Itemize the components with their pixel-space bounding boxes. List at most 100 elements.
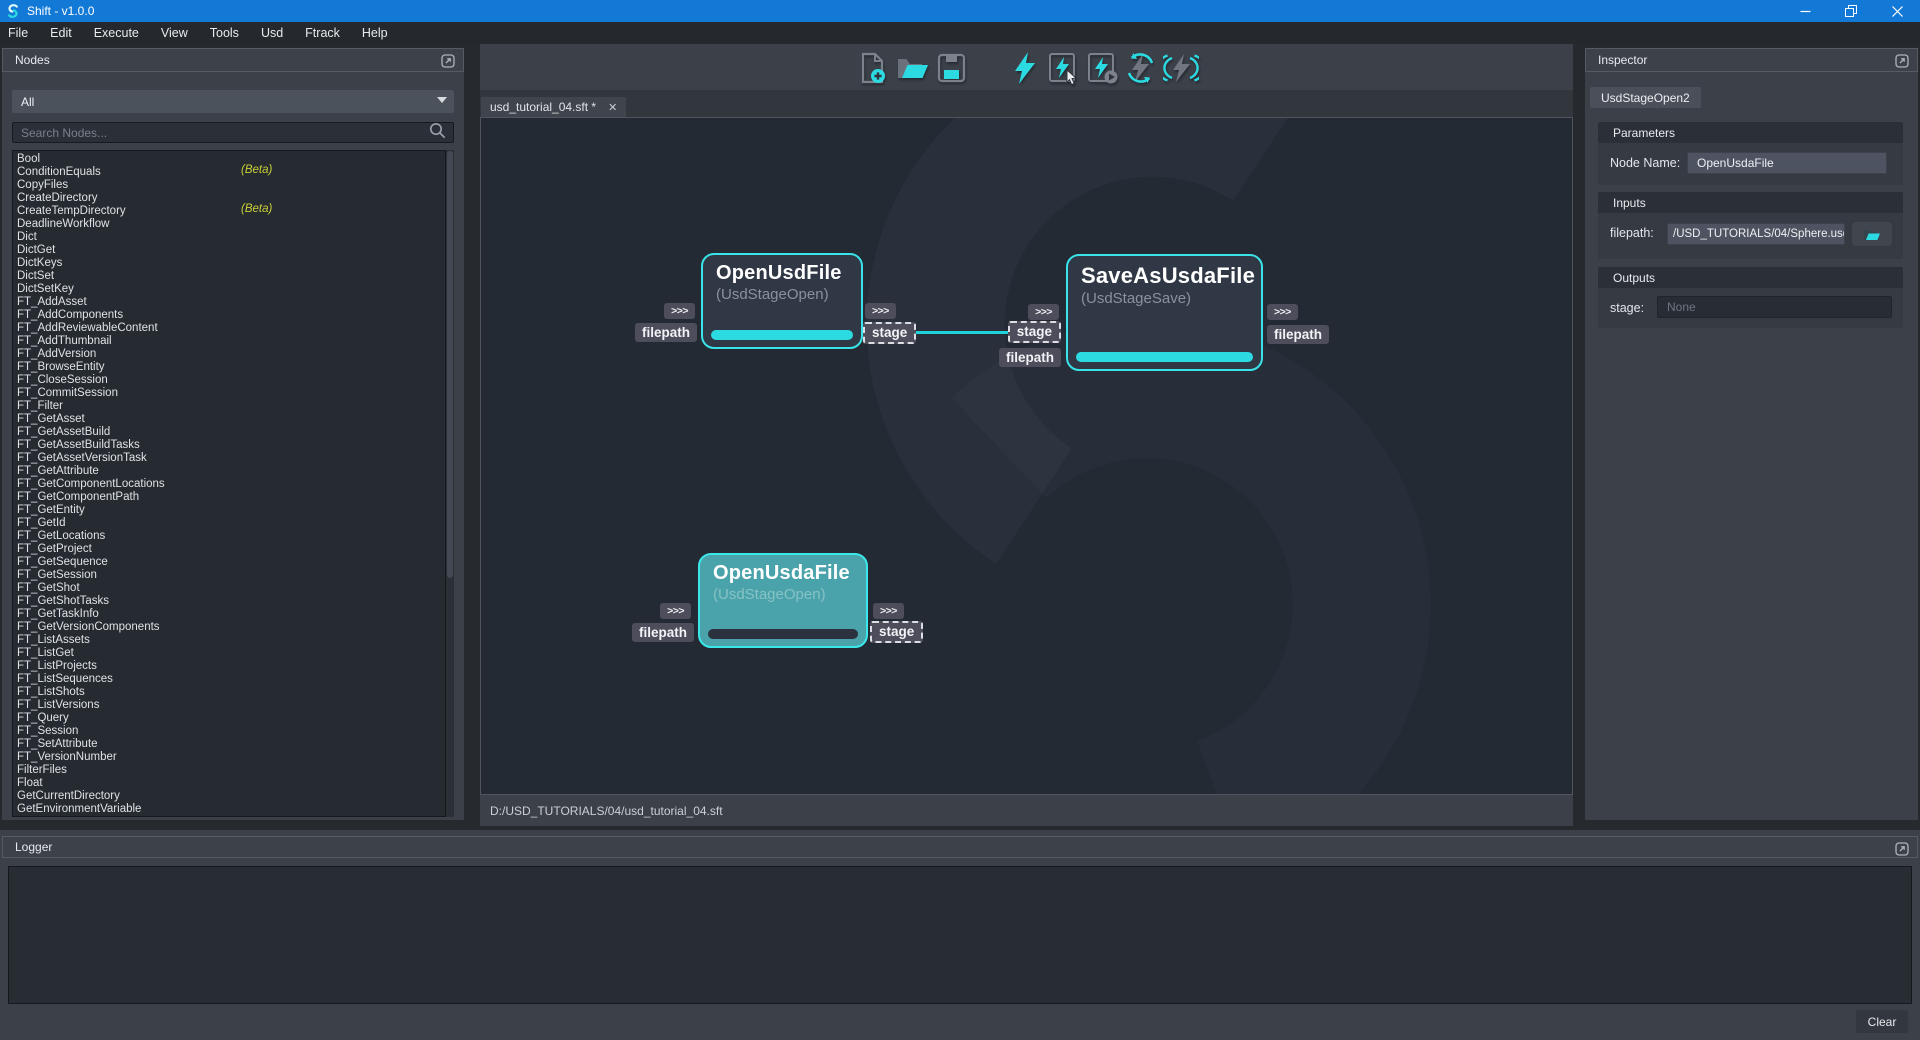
port-stage-label[interactable]: stage [870, 621, 923, 643]
list-item[interactable]: FT_GetVersionComponents [13, 619, 453, 632]
list-item[interactable]: FT_GetComponentLocations [13, 476, 453, 489]
tab-close-icon[interactable]: ✕ [608, 101, 617, 114]
menu-item[interactable]: View [161, 26, 201, 40]
list-item[interactable]: DeadlineWorkflow [13, 216, 453, 229]
list-item[interactable]: FT_ListAssets [13, 632, 453, 645]
search-input[interactable] [13, 126, 429, 140]
list-item[interactable]: FT_BrowseEntity [13, 359, 453, 372]
flow-out-port[interactable]: >>> [865, 303, 896, 319]
list-item[interactable]: FT_GetShotTasks [13, 593, 453, 606]
menu-item[interactable]: Tools [210, 26, 252, 40]
list-item[interactable]: FT_GetAssetBuild [13, 424, 453, 437]
flow-in-port[interactable]: >>> [664, 303, 695, 319]
menu-item[interactable]: Ftrack [305, 26, 353, 40]
list-item[interactable]: FT_GetId [13, 515, 453, 528]
list-item[interactable]: FT_GetEntity [13, 502, 453, 515]
menu-item[interactable]: Usd [261, 26, 296, 40]
list-item[interactable]: DictKeys [13, 255, 453, 268]
port-filepath-label[interactable]: filepath [1267, 325, 1329, 344]
list-item[interactable]: FT_AddComponents [13, 307, 453, 320]
list-item[interactable]: FT_ListSequences [13, 671, 453, 684]
execute-live-icon[interactable] [1163, 51, 1195, 85]
menu-item[interactable]: Help [362, 26, 401, 40]
menu-item[interactable]: File [8, 26, 41, 40]
menu-item[interactable]: Edit [50, 26, 85, 40]
flow-out-port[interactable]: >>> [873, 603, 904, 619]
list-item[interactable]: Bool [13, 151, 453, 164]
node-name-input[interactable]: OpenUsdaFile [1687, 152, 1887, 174]
list-item[interactable]: FT_GetAssetVersionTask [13, 450, 453, 463]
list-item[interactable]: GetCurrentDirectory [13, 788, 453, 801]
port-stage-label[interactable]: stage [1008, 321, 1061, 343]
flow-in-port[interactable]: >>> [660, 603, 691, 619]
flow-in-port[interactable]: >>> [1028, 304, 1059, 320]
list-item[interactable]: FT_GetLocations [13, 528, 453, 541]
restore-button[interactable] [1828, 0, 1874, 22]
list-item[interactable]: FT_GetComponentPath [13, 489, 453, 502]
list-item[interactable]: FT_GetAsset [13, 411, 453, 424]
port-filepath-label[interactable]: filepath [632, 623, 694, 642]
browse-file-button[interactable] [1852, 222, 1892, 246]
save-file-icon[interactable] [935, 51, 967, 85]
node-graph-canvas[interactable]: OpenUsdFile (UsdStageOpen) >>> filepath … [480, 117, 1573, 795]
list-item[interactable]: DictGet [13, 242, 453, 255]
list-item[interactable]: FT_GetShot [13, 580, 453, 593]
list-item[interactable]: FT_GetAssetBuildTasks [13, 437, 453, 450]
list-item[interactable]: CopyFiles [13, 177, 453, 190]
port-filepath-label[interactable]: filepath [999, 348, 1061, 367]
list-item[interactable]: FT_ListGet [13, 645, 453, 658]
list-item[interactable]: FT_ListShots [13, 684, 453, 697]
list-item[interactable]: FT_Filter [13, 398, 453, 411]
port-stage-label[interactable]: stage [863, 322, 916, 344]
list-item[interactable]: FT_Session [13, 723, 453, 736]
list-item[interactable]: FT_AddReviewableContent [13, 320, 453, 333]
minimize-button[interactable] [1782, 0, 1828, 22]
list-item[interactable]: DictSetKey [13, 281, 453, 294]
list-item[interactable]: FT_AddVersion [13, 346, 453, 359]
list-item[interactable]: FilterFiles [13, 762, 453, 775]
list-item[interactable]: FT_Query [13, 710, 453, 723]
list-item[interactable]: FT_GetAttribute [13, 463, 453, 476]
open-file-icon[interactable] [895, 51, 927, 85]
list-item[interactable]: Float [13, 775, 453, 788]
node-filter-dropdown[interactable]: All [12, 90, 454, 113]
list-item[interactable]: FT_ListProjects [13, 658, 453, 671]
menu-item[interactable]: Execute [94, 26, 152, 40]
list-item[interactable]: ConditionEquals (Beta) [13, 164, 453, 177]
node-type-list[interactable]: Bool ConditionEquals (Beta) CopyFiles Cr… [12, 150, 454, 817]
list-item[interactable]: CreateDirectory [13, 190, 453, 203]
new-file-icon[interactable] [857, 51, 889, 85]
list-item[interactable]: FT_VersionNumber [13, 749, 453, 762]
undock-icon[interactable] [1895, 54, 1909, 68]
port-filepath-label[interactable]: filepath [635, 323, 697, 342]
list-item[interactable]: FT_ListVersions [13, 697, 453, 710]
list-item[interactable]: FT_GetSequence [13, 554, 453, 567]
tab-usd-tutorial-04[interactable]: usd_tutorial_04.sft * ✕ [481, 97, 626, 117]
close-button[interactable] [1874, 0, 1920, 22]
list-item[interactable]: FT_SetAttribute [13, 736, 453, 749]
title-bar[interactable]: Shift - v1.0.0 [0, 0, 1920, 22]
flow-out-port[interactable]: >>> [1267, 304, 1298, 320]
clear-button[interactable]: Clear [1856, 1010, 1908, 1033]
list-scrollbar[interactable] [445, 150, 454, 817]
undock-icon[interactable] [1895, 842, 1909, 856]
list-item[interactable]: FT_AddAsset [13, 294, 453, 307]
list-item[interactable]: FT_CommitSession [13, 385, 453, 398]
filepath-input[interactable]: /USD_TUTORIALS/04/Sphere.usda [1667, 223, 1845, 245]
inspector-tab-usdstageopen2[interactable]: UsdStageOpen2 [1590, 87, 1701, 108]
scrollbar-thumb[interactable] [447, 151, 453, 578]
list-item[interactable]: DictSet [13, 268, 453, 281]
list-item[interactable]: CreateTempDirectory (Beta) [13, 203, 453, 216]
execute-selected-icon[interactable] [1047, 51, 1079, 85]
connection-stage-to-stage[interactable] [905, 331, 1021, 334]
list-item[interactable]: FT_CloseSession [13, 372, 453, 385]
node-saveasusdafile[interactable]: SaveAsUsdaFile (UsdStageSave) [1066, 254, 1263, 371]
node-openusdfile[interactable]: OpenUsdFile (UsdStageOpen) [701, 253, 863, 349]
node-openusdafile[interactable]: OpenUsdaFile (UsdStageOpen) [698, 553, 868, 648]
list-item[interactable]: Dict [13, 229, 453, 242]
list-item[interactable]: FT_GetProject [13, 541, 453, 554]
execute-from-selected-icon[interactable] [1086, 51, 1118, 85]
undock-icon[interactable] [441, 54, 455, 68]
execute-loop-icon[interactable] [1124, 51, 1156, 85]
list-item[interactable]: FT_GetSession [13, 567, 453, 580]
